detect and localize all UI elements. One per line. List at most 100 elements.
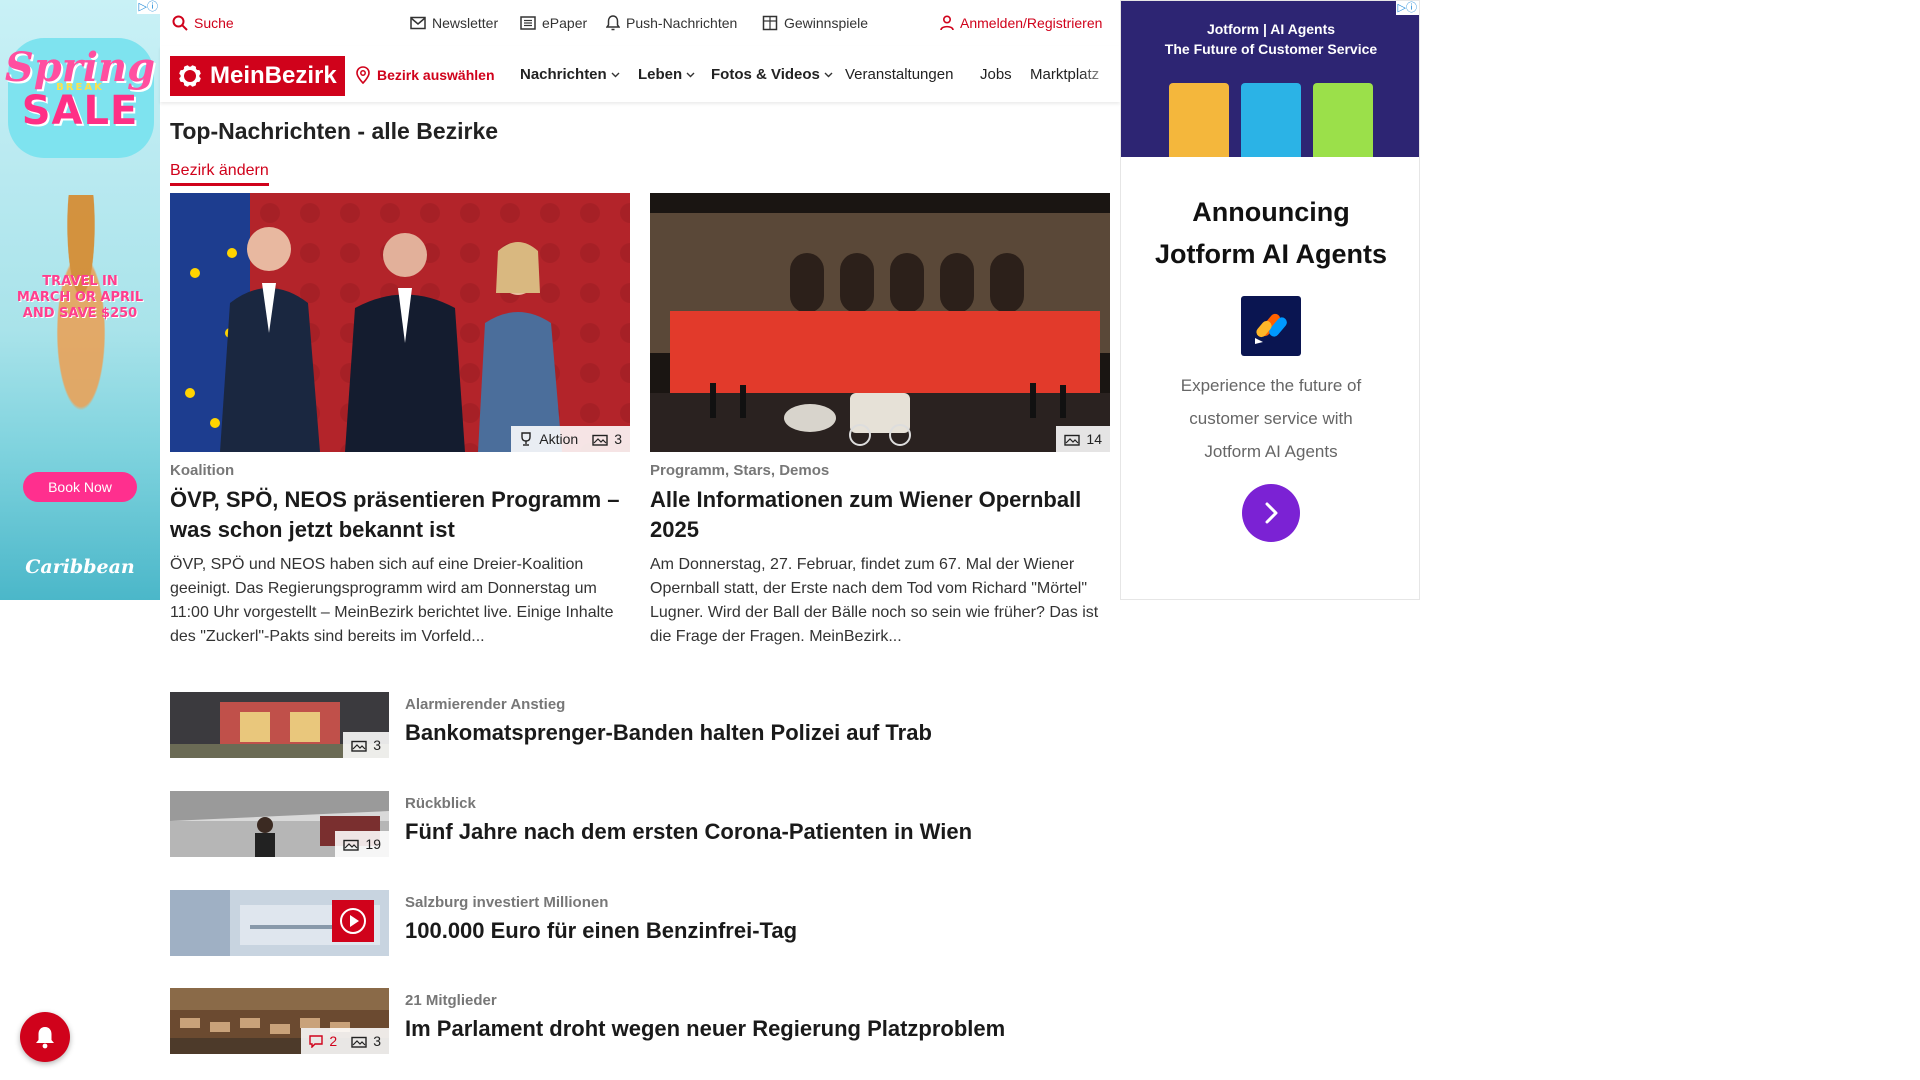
newspaper-icon [520, 16, 536, 30]
photo-count: 14 [1086, 431, 1102, 447]
nav-item-leben[interactable]: Leben [638, 66, 695, 83]
list-thumbnail[interactable] [170, 890, 389, 956]
ad-description-line: Jotform AI Agents [1204, 442, 1338, 461]
notification-bell-button[interactable] [20, 1012, 70, 1062]
media-badge: 2 3 [301, 1028, 389, 1054]
list-item[interactable]: 3 Alarmierender Anstieg Bankomatsprenger… [170, 692, 1110, 758]
badge-aktion: Aktion [519, 431, 578, 447]
list-thumbnail[interactable]: 2 3 [170, 988, 389, 1054]
badge-photos: 3 [351, 1033, 381, 1049]
user-icon [940, 15, 954, 31]
promo-line: MARCH OR APRIL [16, 290, 144, 305]
nav-item-label: Jobs [980, 66, 1012, 83]
article-kicker: Programm, Stars, Demos [650, 462, 830, 479]
select-district-button[interactable]: Bezirk auswählen [356, 66, 495, 84]
article-headline[interactable]: 100.000 Euro für einen Benzinfrei-Tag [405, 918, 797, 944]
bell-icon [606, 15, 620, 31]
ad-banner-tagline: The Future of Customer Service [1164, 41, 1378, 57]
search-link[interactable]: Suche [172, 14, 234, 32]
article-image[interactable]: 14 [650, 193, 1110, 452]
ad-description: Experience the future of customer servic… [1121, 369, 1419, 468]
article-headline[interactable]: Fünf Jahre nach dem ersten Corona-Patien… [405, 819, 972, 845]
ad-headline-line: Announcing [1192, 197, 1350, 227]
nav-item-label: Leben [638, 66, 683, 83]
ad-headline: Announcing Jotform AI Agents [1121, 191, 1419, 275]
badge-photos: 14 [1064, 431, 1102, 447]
right-ad[interactable]: Jotform | AI Agents The Future of Custom… [1120, 0, 1420, 600]
article-teaser: ÖVP, SPÖ und NEOS haben sich auf eine Dr… [170, 556, 614, 645]
photo-count: 3 [373, 737, 381, 753]
nav-item-label: Nachrichten [520, 66, 607, 83]
arrow-right-icon [1265, 502, 1278, 524]
epaper-label: ePaper [542, 15, 588, 31]
camera-icon [351, 1036, 367, 1048]
article-headline[interactable]: Bankomatsprenger-Banden halten Polizei a… [405, 720, 932, 746]
article-kicker: Koalition [170, 462, 235, 479]
list-thumbnail[interactable]: 3 [170, 692, 389, 758]
featured-article[interactable]: 14 Programm, Stars, Demos Alle Informati… [650, 193, 1110, 649]
media-badge: 3 [343, 732, 389, 758]
nav-item-jobs[interactable]: Jobs [980, 66, 1012, 83]
photo-count: 19 [365, 836, 381, 852]
site-logo[interactable]: MeinBezirk [170, 56, 345, 96]
ad-phone-card [1313, 83, 1373, 157]
media-badge: 19 [335, 831, 389, 857]
play-icon [340, 908, 366, 934]
change-district-link[interactable]: Bezirk ändern [170, 162, 269, 186]
epaper-link[interactable]: ePaper [520, 14, 587, 32]
list-item[interactable]: Salzburg investiert Millionen 100.000 Eu… [170, 890, 1110, 956]
media-badge: 14 [1056, 426, 1110, 452]
photo-count: 3 [373, 1033, 381, 1049]
list-item[interactable]: 2 3 21 Mitglieder Im Parlament droht weg… [170, 988, 1110, 1054]
ad-headline-line: Jotform AI Agents [1154, 239, 1387, 269]
ad-cta-button[interactable] [1242, 484, 1300, 542]
nav-item-fotos-videos[interactable]: Fotos & Videos [711, 66, 833, 83]
comment-count: 2 [329, 1033, 338, 1049]
badge-label: Aktion [539, 431, 579, 447]
badge-comments: 2 [309, 1033, 337, 1049]
article-image[interactable]: Aktion 3 [170, 193, 630, 452]
location-pin-icon [356, 66, 370, 84]
list-thumbnail[interactable]: 19 [170, 791, 389, 857]
article-headline[interactable]: ÖVP, SPÖ, NEOS präsentieren Programm – w… [170, 485, 630, 545]
featured-article[interactable]: Aktion 3 Koalition ÖVP, SPÖ, NEOS präsen… [170, 193, 630, 649]
comment-icon [309, 1034, 324, 1048]
adchoices-icon[interactable]: ▷ⓘ [1395, 1, 1419, 15]
opera-house-photo [650, 193, 1110, 452]
nav-item-nachrichten[interactable]: Nachrichten [520, 66, 620, 83]
section-title: Top-Nachrichten - alle Bezirke [170, 118, 499, 144]
login-link[interactable]: Anmelden/Registrieren [940, 14, 1102, 32]
video-play-badge[interactable] [332, 900, 374, 942]
article-kicker: Rückblick [405, 795, 476, 812]
article-kicker: Alarmierender Anstieg [405, 696, 566, 713]
ad-description-line: customer service with [1189, 409, 1353, 428]
ad-promo-text: TRAVEL IN MARCH OR APRIL AND SAVE $250 [0, 274, 160, 322]
chevron-down-icon [824, 72, 833, 77]
newsletter-link[interactable]: Newsletter [410, 14, 498, 32]
search-label: Suche [194, 15, 234, 31]
photo-count: 3 [614, 431, 622, 447]
left-skyscraper-ad[interactable]: ▷ⓘ Spring BREAK SALE TRAVEL IN MARCH OR … [0, 0, 160, 600]
push-notifications-link[interactable]: Push-Nachrichten [606, 14, 737, 32]
nav-item-veranstaltungen[interactable]: Veranstaltungen [845, 66, 953, 83]
adchoices-icon[interactable]: ▷ⓘ [136, 0, 160, 14]
page: ▷ⓘ Spring BREAK SALE TRAVEL IN MARCH OR … [0, 0, 1920, 1080]
contests-link[interactable]: Gewinnspiele [762, 14, 868, 32]
ad-description-line: Experience the future of [1180, 376, 1362, 395]
contests-label: Gewinnspiele [784, 15, 869, 31]
camera-icon [1064, 434, 1081, 446]
logo-gear-icon [176, 62, 204, 90]
newsletter-label: Newsletter [432, 15, 499, 31]
main-navigation: MeinBezirk Bezirk auswählen Nachrichten … [160, 46, 1120, 102]
badge-photos: 19 [343, 836, 381, 852]
camera-icon [592, 434, 608, 446]
list-item[interactable]: 19 Rückblick Fünf Jahre nach dem ersten … [170, 791, 1110, 857]
article-headline[interactable]: Im Parlament droht wegen neuer Regierung… [405, 1016, 1005, 1042]
gift-icon [762, 15, 778, 31]
book-now-button[interactable]: Book Now [23, 472, 137, 502]
article-kicker: 21 Mitglieder [405, 992, 497, 1009]
main-content: Top-Nachrichten - alle Bezirke Bezirk än… [160, 102, 1120, 1080]
media-badge: Aktion 3 [511, 426, 630, 452]
login-label: Anmelden/Registrieren [960, 15, 1103, 31]
article-headline[interactable]: Alle Informationen zum Wiener Opernball … [650, 485, 1110, 545]
